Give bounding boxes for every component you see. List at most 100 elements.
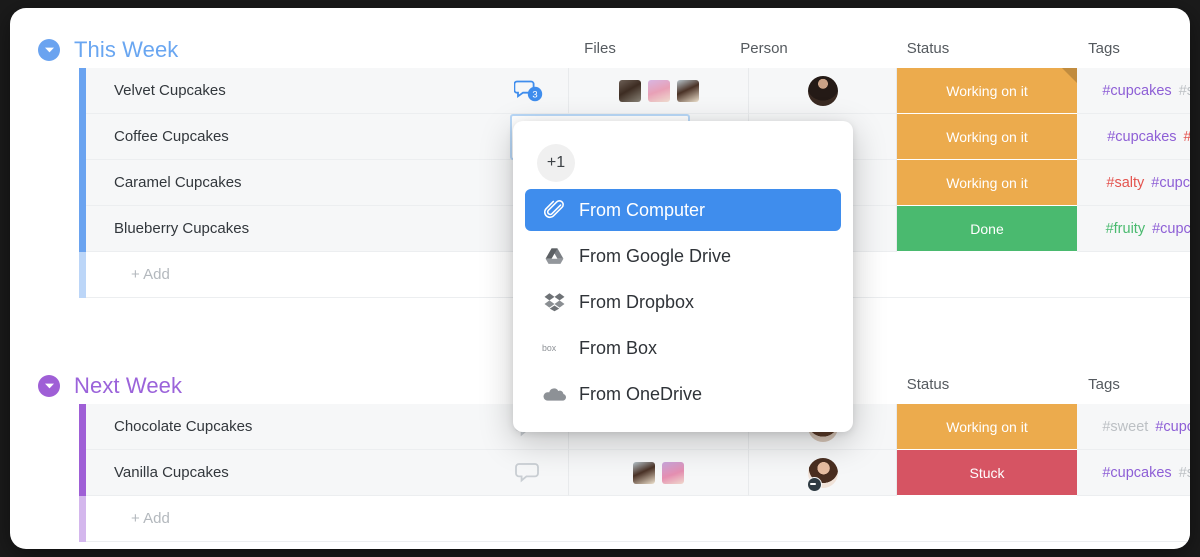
status-badge: Done bbox=[970, 220, 1004, 237]
cell-tags[interactable]: #cupcakes #sweet bbox=[1077, 450, 1190, 496]
lilac-cupcake-thumb[interactable] bbox=[662, 462, 684, 484]
menu-item-label: From OneDrive bbox=[579, 383, 703, 404]
cell-status[interactable]: Stuck bbox=[897, 450, 1077, 496]
row-color-bar bbox=[79, 404, 86, 450]
tag[interactable]: #cupcakes bbox=[1102, 465, 1171, 481]
google-drive-icon bbox=[541, 243, 567, 269]
menu-item-label: From Computer bbox=[579, 199, 706, 220]
onedrive-icon bbox=[541, 381, 567, 407]
row-color-bar bbox=[79, 160, 86, 206]
row-color-bar bbox=[79, 206, 86, 252]
cell-task-name[interactable]: Velvet Cupcakes 3 bbox=[86, 68, 569, 114]
cell-task-name[interactable]: Caramel Cupcakes bbox=[86, 160, 569, 206]
folded-corner-icon bbox=[1062, 68, 1077, 83]
cell-status[interactable]: Working on it bbox=[897, 114, 1077, 160]
table-row[interactable]: Velvet Cupcakes 3 Working on it #cupcake… bbox=[69, 68, 1190, 114]
status-badge: Working on it bbox=[946, 128, 1028, 145]
cell-person[interactable] bbox=[749, 450, 897, 496]
board-card: This Week Files Person Status Tags Velve… bbox=[10, 8, 1190, 549]
vanilla-cupcake-thumb[interactable] bbox=[676, 80, 699, 102]
paperclip-icon bbox=[541, 197, 567, 223]
row-color-bar bbox=[79, 114, 86, 160]
add-row-next-week[interactable]: + Add bbox=[69, 496, 1190, 542]
dropbox-icon bbox=[541, 289, 567, 315]
table-row[interactable]: Vanilla Cupcakes Stuck #cupcakes # bbox=[69, 450, 1190, 496]
cell-files[interactable] bbox=[569, 68, 749, 114]
cell-status[interactable]: Working on it bbox=[897, 404, 1077, 450]
tag[interactable]: #sweet bbox=[1179, 465, 1190, 481]
menu-item-from-google-drive[interactable]: From Google Drive bbox=[525, 235, 841, 277]
column-header-tags[interactable]: Tags bbox=[1018, 40, 1190, 57]
app-screen: This Week Files Person Status Tags Velve… bbox=[0, 0, 1200, 557]
cell-person[interactable] bbox=[749, 68, 897, 114]
tag[interactable]: #fruity bbox=[1106, 221, 1146, 237]
menu-item-label: From Google Drive bbox=[579, 245, 732, 266]
tag[interactable]: #cupcakes bbox=[1155, 419, 1190, 435]
status-badge: Working on it bbox=[946, 418, 1028, 435]
cell-tags[interactable]: #fruity #cupcakes bbox=[1077, 206, 1190, 252]
file-thumbnails[interactable] bbox=[569, 68, 748, 114]
vanilla-cupcake-thumb[interactable] bbox=[633, 462, 655, 484]
cell-files[interactable] bbox=[569, 450, 749, 496]
box-icon: box bbox=[541, 335, 567, 361]
avatar[interactable] bbox=[807, 76, 838, 106]
choco-cupcake-thumb[interactable] bbox=[618, 80, 641, 102]
column-header-tags[interactable]: Tags bbox=[1018, 376, 1190, 393]
cell-task-name[interactable]: Coffee Cupcakes bbox=[86, 114, 569, 160]
cell-status[interactable]: Working on it bbox=[897, 160, 1077, 206]
file-source-dropdown[interactable]: +1 From Computer From Google Drive From … bbox=[513, 121, 853, 432]
tag[interactable]: #cupcakes bbox=[1102, 83, 1171, 99]
cell-tags[interactable]: #sweet #cupcakes bbox=[1077, 404, 1190, 450]
cell-status[interactable]: Working on it bbox=[897, 68, 1077, 114]
do-not-disturb-badge bbox=[806, 477, 822, 492]
status-badge: Working on it bbox=[946, 174, 1028, 191]
tag[interactable]: #sour bbox=[1184, 129, 1190, 145]
file-count-chip[interactable]: +1 bbox=[537, 144, 575, 182]
menu-item-label: From Dropbox bbox=[579, 291, 695, 312]
cell-tags[interactable]: #cupcakes #sour bbox=[1077, 114, 1190, 160]
cell-tags[interactable]: #salty #cupcakes bbox=[1077, 160, 1190, 206]
menu-item-from-computer[interactable]: From Computer bbox=[525, 189, 841, 231]
task-name: Vanilla Cupcakes bbox=[114, 464, 229, 481]
svg-text:box: box bbox=[542, 343, 557, 353]
task-name: Velvet Cupcakes bbox=[114, 82, 226, 99]
column-headers-this-week: Files Person Status Tags bbox=[10, 40, 1190, 70]
cell-task-name[interactable]: Vanilla Cupcakes bbox=[86, 450, 569, 496]
column-header-person[interactable]: Person bbox=[690, 40, 838, 57]
row-color-bar bbox=[79, 450, 86, 496]
file-thumbnails[interactable] bbox=[569, 450, 748, 496]
status-badge: Stuck bbox=[969, 464, 1005, 481]
task-name: Blueberry Cupcakes bbox=[114, 220, 250, 237]
tag[interactable]: #cupcakes bbox=[1107, 129, 1176, 145]
row-color-bar bbox=[79, 252, 86, 298]
column-header-files[interactable]: Files bbox=[510, 40, 690, 57]
tag[interactable]: #cupcakes bbox=[1152, 221, 1190, 237]
chat-bubble-icon[interactable]: 3 bbox=[514, 79, 544, 103]
column-header-status[interactable]: Status bbox=[838, 40, 1018, 57]
chat-count: 3 bbox=[532, 89, 537, 100]
status-badge: Working on it bbox=[946, 82, 1028, 99]
row-color-bar bbox=[79, 68, 86, 114]
cell-task-name[interactable]: Chocolate Cupcakes bbox=[86, 404, 569, 450]
column-header-status[interactable]: Status bbox=[838, 376, 1018, 393]
menu-item-from-onedrive[interactable]: From OneDrive bbox=[525, 373, 841, 415]
tag[interactable]: #cupcakes bbox=[1151, 175, 1190, 191]
add-item-label[interactable]: + Add bbox=[131, 252, 170, 298]
tag[interactable]: #sweet bbox=[1179, 83, 1190, 99]
task-name: Chocolate Cupcakes bbox=[114, 418, 253, 435]
chat-bubble-icon[interactable] bbox=[514, 461, 544, 485]
cell-status[interactable]: Done bbox=[897, 206, 1077, 252]
file-source-list: From Computer From Google Drive From Dro… bbox=[513, 189, 853, 415]
menu-item-from-box[interactable]: box From Box bbox=[525, 327, 841, 369]
menu-item-from-dropbox[interactable]: From Dropbox bbox=[525, 281, 841, 323]
row-color-bar bbox=[79, 496, 86, 542]
menu-item-label: From Box bbox=[579, 337, 658, 358]
cell-task-name[interactable]: Blueberry Cupcakes bbox=[86, 206, 569, 252]
tag[interactable]: #sweet bbox=[1102, 419, 1148, 435]
tag[interactable]: #salty bbox=[1106, 175, 1144, 191]
add-item-label[interactable]: + Add bbox=[131, 496, 170, 542]
task-name: Caramel Cupcakes bbox=[114, 174, 242, 191]
cell-tags[interactable]: #cupcakes #sweet bbox=[1077, 68, 1190, 114]
task-name: Coffee Cupcakes bbox=[114, 128, 229, 145]
pink-cupcake-thumb[interactable] bbox=[647, 80, 670, 102]
